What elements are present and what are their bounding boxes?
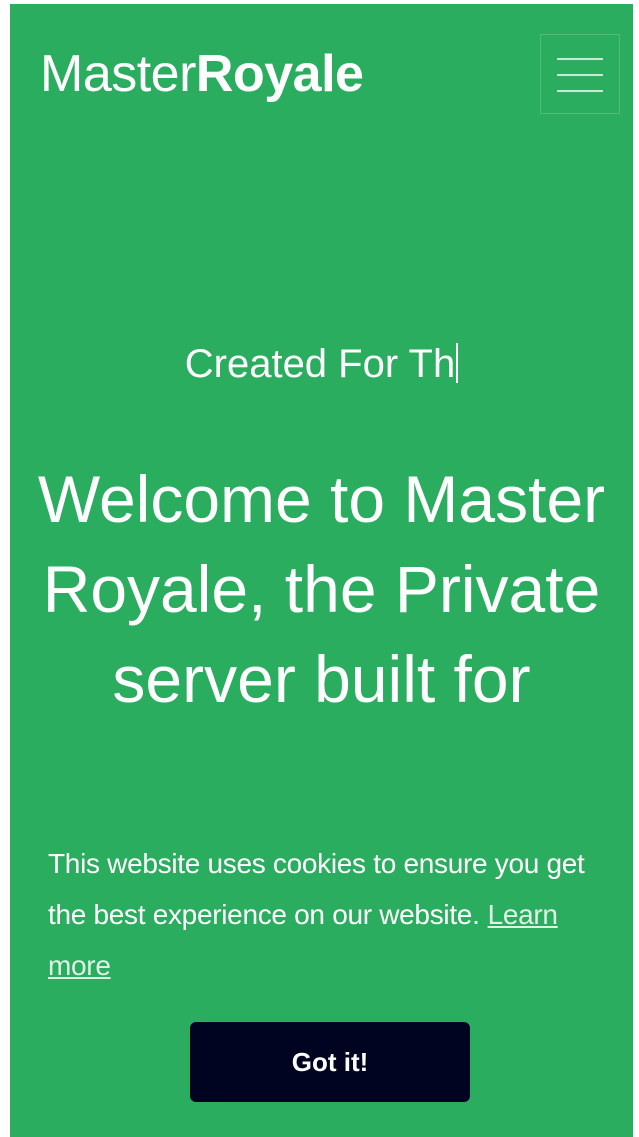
page: MasterRoyale Created For Th Welcome to M… (10, 4, 633, 1137)
typed-subtitle: Created For Th (10, 334, 633, 394)
navbar: MasterRoyale (10, 4, 633, 154)
cookie-banner: This website uses cookies to ensure you … (10, 824, 633, 1137)
brand-logo[interactable]: MasterRoyale (40, 42, 364, 106)
typing-cursor (456, 343, 459, 383)
typed-text: Created For Th (184, 342, 456, 386)
cookie-message: This website uses cookies to ensure you … (48, 838, 588, 991)
hero-section: Created For Th Welcome to Master Royale,… (10, 334, 633, 724)
hero-headline: Welcome to Master Royale, the Private se… (37, 462, 606, 716)
got-it-button[interactable]: Got it! (190, 1022, 470, 1102)
brand-text-bold: Royale (195, 45, 364, 103)
brand-text-regular: Master (40, 45, 196, 103)
menu-toggle-button[interactable] (540, 34, 620, 114)
